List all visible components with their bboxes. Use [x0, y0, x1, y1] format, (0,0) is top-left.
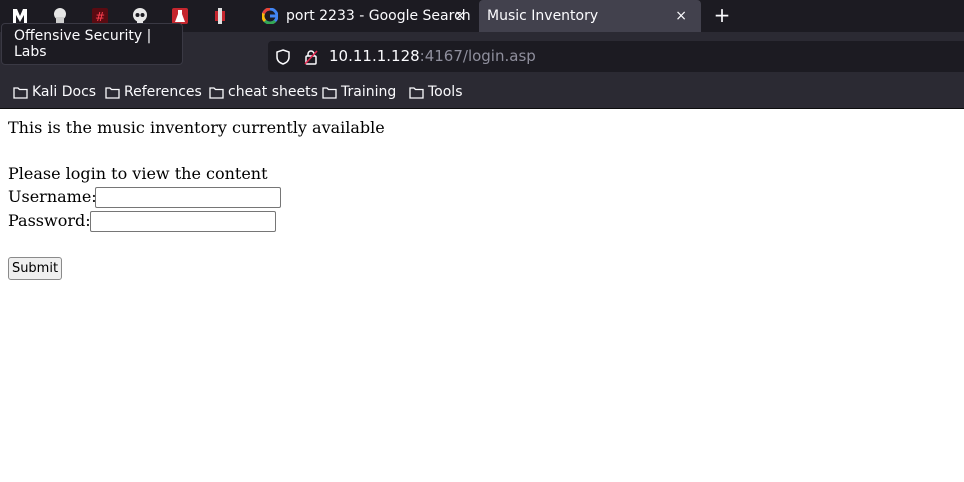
bookmarks-toolbar: Kali Docs References cheat sheets Traini… [0, 78, 964, 109]
bookmark-label: cheat sheets [228, 84, 318, 100]
submit-button[interactable]: Submit [8, 257, 62, 280]
bookmark-label: Training [341, 84, 397, 100]
new-tab-button[interactable]: + [710, 4, 734, 28]
intro-text: This is the music inventory currently av… [8, 118, 385, 137]
shield-icon[interactable] [275, 49, 291, 65]
pinned-tab-6[interactable] [207, 4, 233, 28]
login-prompt: Please login to view the content [8, 164, 268, 183]
tab-google-label: port 2233 - Google Search [286, 8, 471, 24]
tab-music-label: Music Inventory [487, 8, 599, 24]
folder-icon [209, 86, 224, 99]
folder-icon [409, 86, 424, 99]
tab-google-close-icon[interactable]: × [454, 8, 466, 24]
username-input[interactable] [95, 187, 281, 208]
tab-music-close-icon[interactable]: × [675, 8, 687, 24]
insecure-lock-icon[interactable] [303, 49, 319, 65]
bookmark-label: Kali Docs [32, 84, 97, 100]
bookmark-training[interactable]: Training [322, 84, 396, 100]
svg-text:#: # [95, 10, 105, 24]
url-bar[interactable]: 10.11.1.128:4167/login.asp [268, 41, 964, 72]
google-icon [262, 8, 278, 24]
username-label: Username: [8, 187, 97, 206]
bookmark-kali-docs[interactable]: Kali Docs [13, 84, 96, 100]
url-text: 10.11.1.128:4167/login.asp [329, 47, 536, 65]
password-label: Password: [8, 211, 91, 230]
bookmark-cheat-sheets[interactable]: cheat sheets [209, 84, 318, 100]
bookmark-label: References [124, 84, 202, 100]
folder-icon [322, 86, 337, 99]
folder-icon [105, 86, 120, 99]
url-path: :4167/login.asp [419, 47, 536, 65]
bookmark-references[interactable]: References [105, 84, 202, 100]
password-input[interactable] [90, 211, 276, 232]
tab-music-inventory[interactable]: Music Inventory × [479, 0, 701, 32]
folder-icon [13, 86, 28, 99]
bookmark-label: Tools [428, 84, 463, 100]
tab-google-search[interactable]: port 2233 - Google Search × [254, 0, 476, 32]
bookmark-tools[interactable]: Tools [409, 84, 463, 100]
tab-tooltip: Offensive Security | Labs [1, 23, 183, 65]
tool-icon [215, 8, 225, 24]
url-host: 10.11.1.128 [329, 47, 420, 65]
